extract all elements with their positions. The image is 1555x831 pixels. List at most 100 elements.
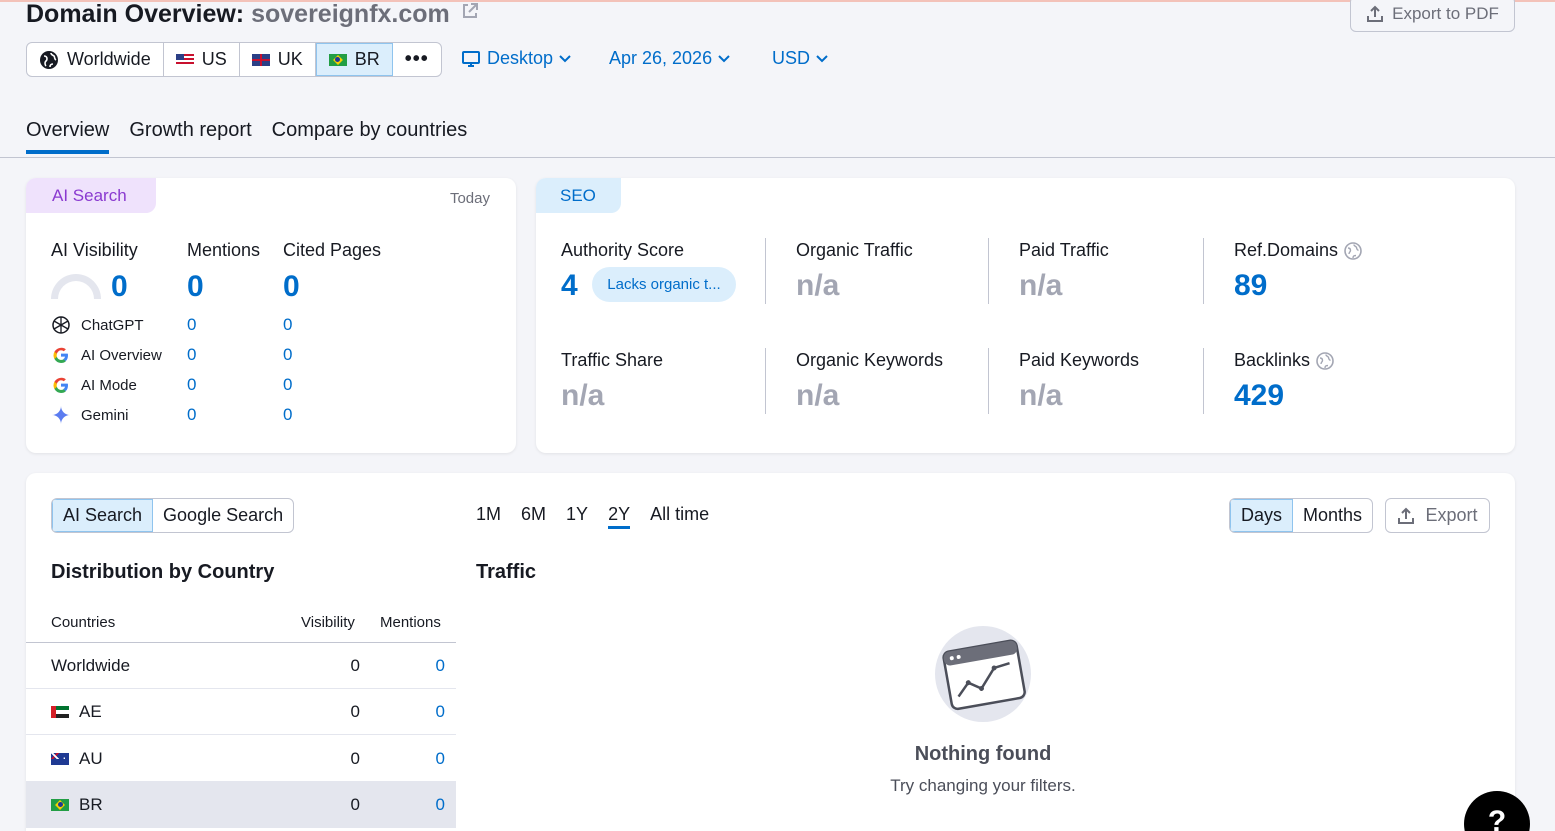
platform-row-ai-overview: AI Overview	[51, 345, 162, 365]
period-2y[interactable]: 2Y	[608, 504, 631, 529]
table-row[interactable]: BR 0 0	[26, 782, 456, 828]
ai-overview-mentions[interactable]: 0	[187, 345, 196, 365]
domain-link[interactable]: sovereignfx.com	[251, 0, 450, 28]
country-worldwide[interactable]: Worldwide	[27, 43, 164, 76]
currency-dropdown[interactable]: USD	[772, 48, 828, 69]
gemini-mentions[interactable]: 0	[187, 405, 196, 425]
row-mentions[interactable]: 0	[436, 702, 445, 722]
cited-pages-value[interactable]: 0	[283, 270, 300, 304]
visibility-gauge	[51, 274, 101, 299]
table-row[interactable]: AU 0 0	[26, 736, 456, 782]
source-toggle: AI Search Google Search	[51, 498, 295, 533]
platform-row-ai-mode: AI Mode	[51, 375, 137, 395]
paid-traffic-value: n/a	[1019, 269, 1063, 302]
more-dots-icon: •••	[404, 48, 429, 70]
empty-chart-illustration-icon	[935, 626, 1031, 722]
row-mentions[interactable]: 0	[436, 749, 445, 769]
table-row[interactable]: Worldwide 0 0	[26, 643, 456, 689]
period-6m[interactable]: 6M	[521, 504, 546, 529]
country-name: AU	[79, 748, 103, 768]
platform-name: ChatGPT	[81, 316, 144, 334]
device-label: Desktop	[487, 48, 554, 68]
device-dropdown[interactable]: Desktop	[461, 48, 571, 69]
traffic-share-value: n/a	[561, 379, 605, 412]
chatgpt-mentions[interactable]: 0	[187, 315, 196, 335]
period-1m[interactable]: 1M	[476, 504, 501, 529]
country-uk[interactable]: UK	[240, 43, 316, 76]
organic-traffic-label: Organic Traffic	[796, 240, 913, 261]
metric-divider	[988, 348, 989, 414]
ai-overview-cited[interactable]: 0	[283, 345, 292, 365]
toggle-google-search[interactable]: Google Search	[153, 499, 293, 532]
upload-icon	[1398, 507, 1415, 524]
export-button[interactable]: Export	[1385, 498, 1490, 533]
globe-info-icon[interactable]	[1344, 241, 1362, 260]
col-countries[interactable]: Countries	[51, 614, 115, 631]
br-flag-icon	[51, 798, 69, 811]
country-selector: Worldwide US UK BR •••	[26, 42, 442, 77]
ref-domains-value[interactable]: 89	[1234, 269, 1267, 303]
ai-search-card: AI Search Today AI Visibility Mentions C…	[26, 178, 516, 453]
table-row[interactable]: AE 0 0	[26, 689, 456, 735]
export-pdf-label: Export to PDF	[1392, 4, 1499, 23]
row-mentions[interactable]: 0	[436, 656, 445, 676]
ref-domains-label: Ref.Domains	[1234, 240, 1362, 261]
backlinks-value[interactable]: 429	[1234, 379, 1284, 413]
country-br[interactable]: BR	[315, 43, 393, 76]
row-country: Worldwide	[51, 656, 130, 676]
col-mentions[interactable]: Mentions	[380, 614, 441, 631]
period-all-time[interactable]: All time	[650, 504, 709, 529]
mentions-value[interactable]: 0	[187, 270, 204, 304]
metric-divider	[1203, 238, 1204, 304]
external-link-icon[interactable]	[461, 2, 479, 20]
tab-compare-by-countries[interactable]: Compare by countries	[272, 119, 468, 154]
page-title-prefix: Domain Overview:	[26, 0, 245, 28]
lacks-organic-badge[interactable]: Lacks organic t...	[592, 267, 736, 302]
empty-state-subtitle: Try changing your filters.	[890, 776, 1076, 795]
distribution-traffic-card: AI Search Google Search 1M 6M 1Y 2Y All …	[26, 473, 1515, 831]
export-label: Export	[1425, 505, 1478, 525]
tab-growth-report[interactable]: Growth report	[129, 119, 251, 154]
ref-domains-text: Ref.Domains	[1234, 240, 1339, 260]
export-pdf-button[interactable]: Export to PDF	[1350, 0, 1515, 32]
platform-name: Gemini	[81, 406, 129, 424]
desktop-icon	[462, 50, 480, 67]
row-visibility: 0	[350, 701, 360, 721]
authority-score-value[interactable]: 4	[561, 269, 578, 303]
col-visibility[interactable]: Visibility	[301, 614, 355, 631]
empty-state-title: Nothing found	[914, 743, 1052, 765]
au-flag-icon	[51, 752, 69, 765]
google-icon	[53, 377, 68, 393]
more-countries-button[interactable]: •••	[393, 43, 441, 76]
upload-icon	[1367, 5, 1384, 22]
toggle-days[interactable]: Days	[1230, 499, 1294, 532]
platform-name: AI Overview	[81, 346, 162, 364]
row-country: AE	[51, 702, 102, 722]
toggle-months[interactable]: Months	[1293, 499, 1372, 532]
country-uk-label: UK	[277, 49, 303, 69]
chatgpt-icon	[52, 316, 70, 334]
country-name: BR	[79, 794, 103, 814]
gemini-cited[interactable]: 0	[283, 405, 292, 425]
chevron-down-icon	[718, 54, 730, 62]
traffic-share-text: Traffic Share	[561, 350, 664, 370]
period-selector: 1M 6M 1Y 2Y All time	[476, 504, 709, 529]
period-1y[interactable]: 1Y	[566, 504, 588, 529]
row-mentions[interactable]: 0	[436, 795, 445, 815]
ai-mode-mentions[interactable]: 0	[187, 375, 196, 395]
date-dropdown[interactable]: Apr 26, 2026	[609, 48, 730, 69]
tabs-divider	[0, 157, 1555, 158]
date-label: Apr 26, 2026	[609, 48, 713, 68]
main-tabs: Overview Growth report Compare by countr…	[26, 119, 467, 154]
organic-traffic-value: n/a	[796, 269, 840, 302]
ai-visibility-header: AI Visibility	[51, 240, 138, 260]
row-visibility: 0	[350, 748, 360, 768]
ai-mode-cited[interactable]: 0	[283, 375, 292, 395]
google-icon	[53, 347, 68, 363]
chatgpt-cited[interactable]: 0	[283, 315, 292, 335]
globe-info-icon[interactable]	[1316, 351, 1334, 370]
toggle-ai-search[interactable]: AI Search	[52, 499, 154, 532]
country-us[interactable]: US	[164, 43, 240, 76]
ai-visibility-value[interactable]: 0	[111, 270, 128, 304]
tab-overview[interactable]: Overview	[26, 119, 110, 154]
